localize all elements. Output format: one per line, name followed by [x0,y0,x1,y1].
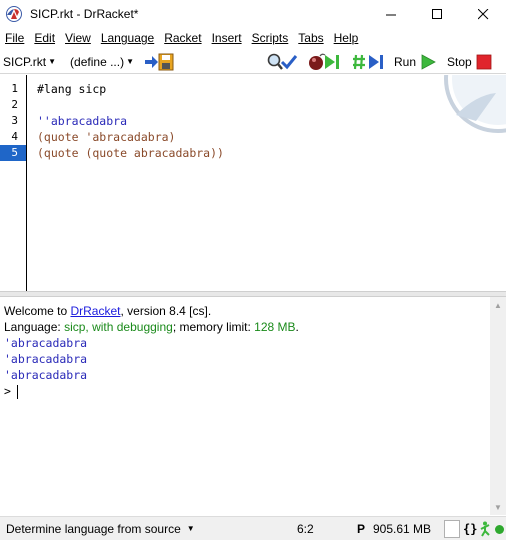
interactions-pane[interactable]: Welcome to DrRacket, version 8.4 [cs]. L… [0,297,490,515]
minimize-button[interactable] [368,0,414,28]
code-line-quote-form: (quote 'abracadabra) [37,130,176,144]
memory-prefix: ; memory limit: [172,320,255,334]
repl-output: 'abracadabra [4,368,88,382]
dropdown-arrow-icon: ▼ [48,57,57,66]
repl-output: 'abracadabra [4,336,88,350]
debug-icon [309,53,339,70]
dropdown-arrow-icon: ▼ [126,57,134,66]
scroll-up-arrow-icon[interactable]: ▲ [490,297,506,313]
scroll-down-arrow-icon[interactable]: ▼ [490,499,506,515]
line-number: 3 [11,114,18,127]
file-dropdown-label: SICP.rkt [3,54,47,69]
menu-insert[interactable]: Insert [208,28,246,48]
define-dropdown[interactable]: (define ...) ▼ [70,55,134,69]
repl-output: 'abracadabra [4,352,88,366]
minimize-icon [385,14,396,15]
menu-scripts[interactable]: Scripts [248,28,293,48]
memory-indicator-letter: P [357,521,366,536]
check-syntax-icon [267,53,298,70]
toolbar: SICP.rkt ▼ (define ...) ▼ Run Stop [0,50,506,74]
menu-help[interactable]: Help [330,28,363,48]
debug-button[interactable] [308,53,342,71]
gc-running-man-icon [480,521,490,537]
code-line-lang: #lang sicp [37,82,107,96]
language-prefix: Language: [4,320,65,334]
file-dropdown[interactable]: SICP.rkt ▼ [3,55,56,69]
drracket-link[interactable]: DrRacket [70,304,120,318]
text-cursor [16,384,18,399]
window-title: SICP.rkt - DrRacket* [30,7,139,21]
memory-suffix: . [295,320,299,334]
line-number: 4 [11,130,18,143]
repl-prompt-line[interactable]: > [4,383,18,399]
menu-bar: File Edit View Language Racket Insert Sc… [0,28,506,48]
run-arrow-icon [421,53,436,70]
welcome-prefix: Welcome to [4,304,71,318]
current-line-number: 5 [0,145,26,161]
menu-language[interactable]: Language [97,28,158,48]
stop-label: Stop [447,54,472,69]
maximize-icon [431,8,442,19]
cursor-position: 6:2 [297,521,314,536]
menu-file[interactable]: File [1,28,28,48]
run-button[interactable]: Run [394,53,437,71]
language-name: sicp, with debugging [64,320,173,334]
welcome-line: Welcome to DrRacket, version 8.4 [cs]. [4,303,211,319]
welcome-suffix: , version 8.4 [cs]. [120,304,212,318]
line-number-gutter: 1 2 3 4 5 [0,75,27,291]
repl-prompt: > [4,384,11,398]
save-button[interactable] [144,53,174,71]
memory-limit-value: 128 MB [254,320,296,334]
title-bar: SICP.rkt - DrRacket* [0,0,506,28]
define-dropdown-label: (define ...) [70,54,125,69]
drracket-logo-icon [6,6,22,22]
line-number: 2 [11,98,18,111]
language-selector-label: Determine language from source [6,521,181,536]
status-online-dot-icon [495,525,504,534]
close-icon [477,8,488,19]
menu-racket[interactable]: Racket [160,28,205,48]
stop-square-icon [476,54,492,69]
language-corner-logo-icon [444,75,506,133]
language-line: Language: sicp, with debugging; memory l… [4,319,299,335]
run-label: Run [394,54,417,69]
check-syntax-button[interactable] [266,53,298,71]
save-icon [145,53,174,70]
code-line-quoted: ''abracadabra [37,114,128,128]
memory-usage[interactable]: 905.61 MB [373,522,431,536]
dropdown-arrow-icon: ▼ [186,524,195,533]
menu-edit[interactable]: Edit [30,28,59,48]
status-bar: Determine language from source ▼ 6:2 P 9… [0,516,506,540]
macro-stepper-button[interactable] [352,53,386,71]
status-blank-box [444,520,460,538]
close-button[interactable] [460,0,506,28]
macro-stepper-icon [353,54,383,69]
line-number: 1 [11,82,18,95]
braces-indicator: {} [463,521,478,536]
maximize-button[interactable] [414,0,460,28]
code-line-nested-quote: (quote (quote abracadabra)) [37,146,224,160]
stop-button[interactable]: Stop [447,53,493,71]
repl-scrollbar[interactable]: ▲ ▼ [490,297,506,515]
menu-tabs[interactable]: Tabs [294,28,327,48]
language-selector[interactable]: Determine language from source ▼ [6,522,195,536]
definitions-editor[interactable]: 1 2 3 4 5 #lang sicp ''abracadabra (quot… [0,75,506,291]
menu-view[interactable]: View [61,28,95,48]
